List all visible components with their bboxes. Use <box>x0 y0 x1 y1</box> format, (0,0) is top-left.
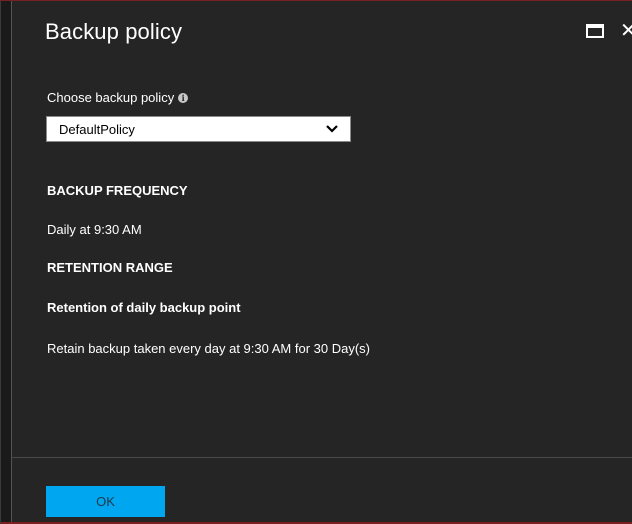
policy-select-value: DefaultPolicy <box>59 121 135 137</box>
retention-daily-value: Retain backup taken every day at 9:30 AM… <box>47 341 371 356</box>
info-icon[interactable]: i <box>178 92 189 103</box>
ok-button[interactable]: OK <box>46 486 165 517</box>
close-icon[interactable]: ✕ <box>620 23 632 39</box>
window-controls: ✕ <box>586 23 632 39</box>
retention-daily-subheading: Retention of daily backup point <box>47 300 241 315</box>
backup-frequency-heading: BACKUP FREQUENCY <box>47 183 188 198</box>
retention-range-heading: RETENTION RANGE <box>47 260 173 275</box>
page-title: Backup policy <box>45 19 183 44</box>
backup-frequency-value: Daily at 9:30 AM <box>47 222 142 237</box>
policy-label: Choose backup policy <box>47 90 175 105</box>
backup-policy-blade: Backup policy ✕ Choose backup policy i D… <box>0 0 632 524</box>
blade-left-edge <box>1 1 12 524</box>
policy-select[interactable]: DefaultPolicy <box>46 116 351 142</box>
chevron-down-icon <box>326 125 338 133</box>
maximize-icon[interactable] <box>586 24 604 38</box>
policy-label-row: Choose backup policy i <box>47 90 189 105</box>
footer-divider <box>11 457 632 458</box>
